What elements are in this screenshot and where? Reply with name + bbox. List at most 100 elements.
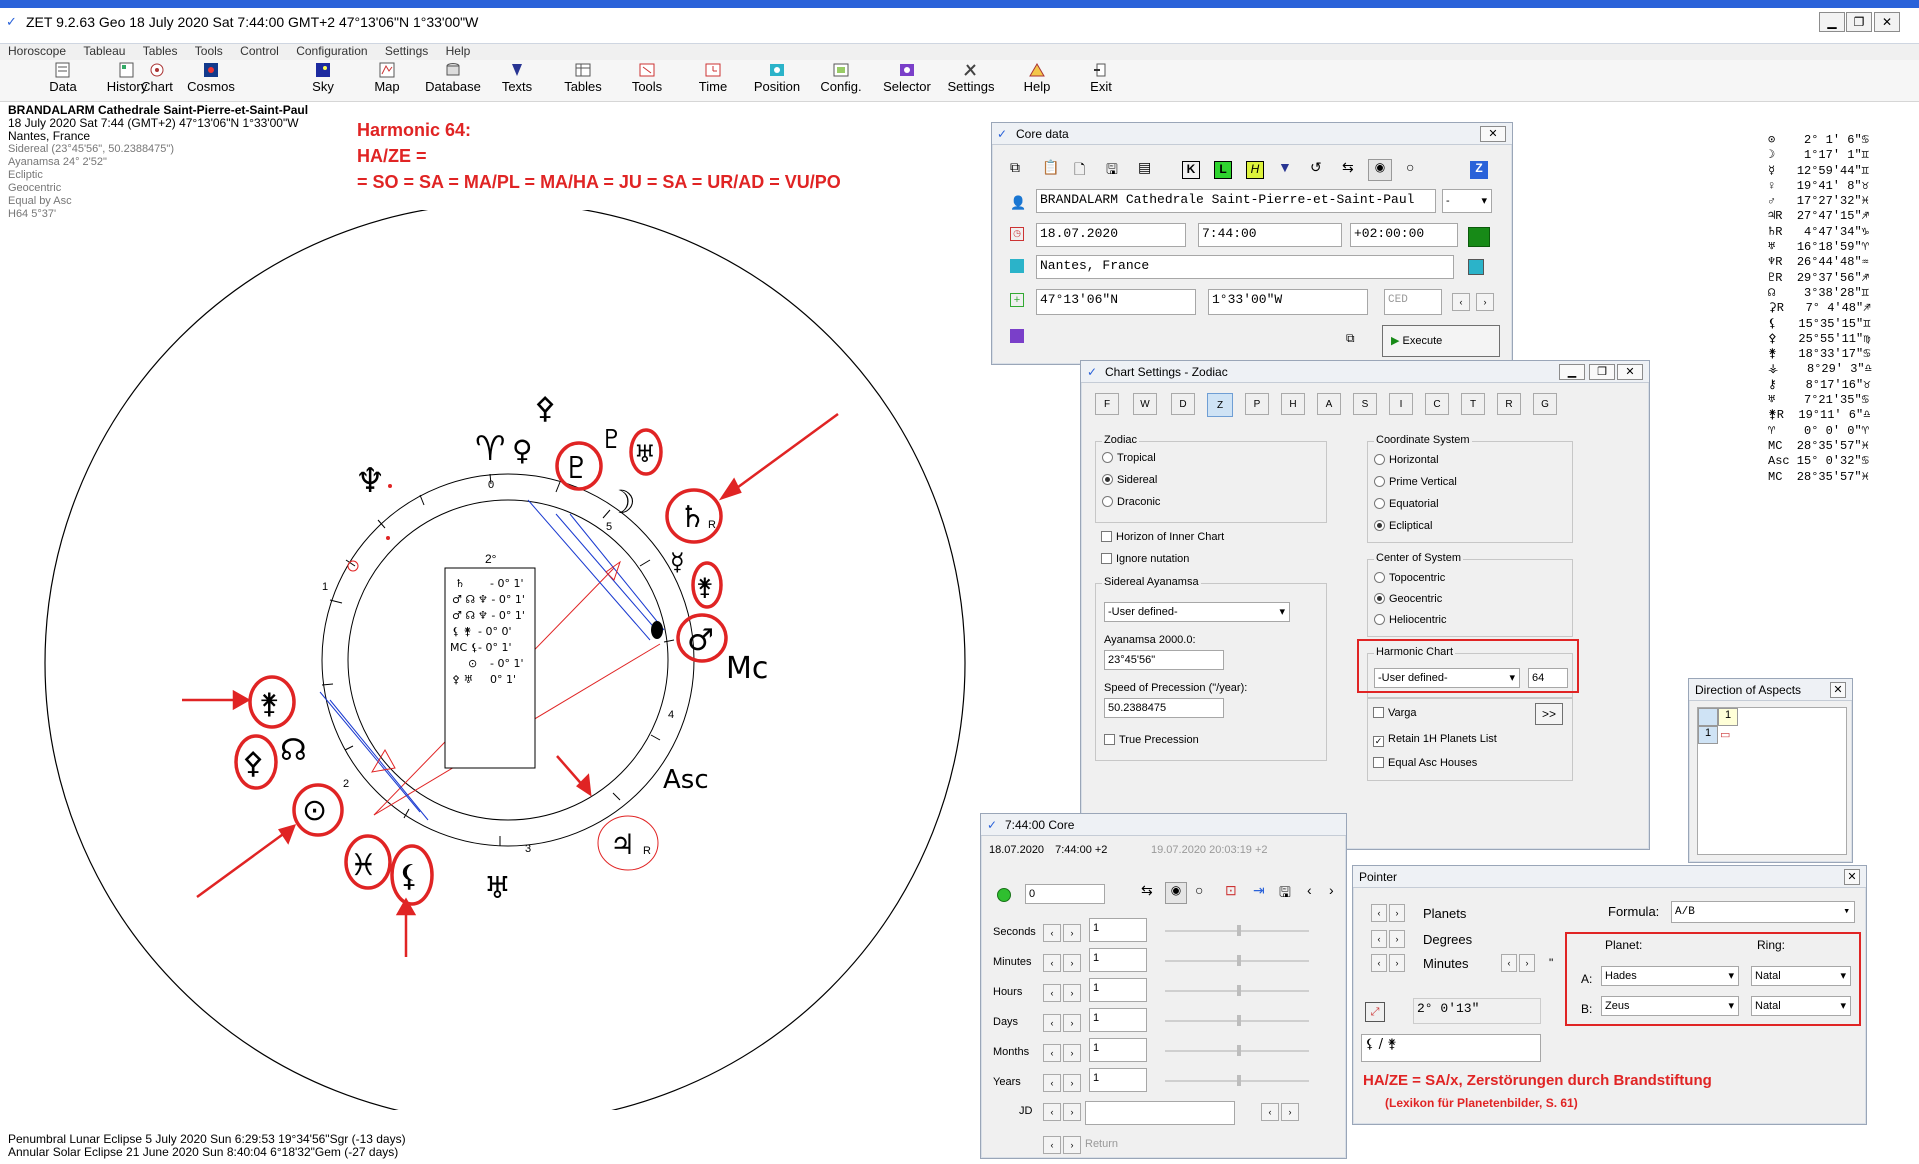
toolbar-data-button[interactable]: Data	[32, 60, 94, 102]
name-field[interactable]: BRANDALARM Cathedrale Saint-Pierre-et-Sa…	[1036, 189, 1436, 213]
tab-r[interactable]: R	[1497, 393, 1521, 415]
center-heliocentric-radio[interactable]: Heliocentric	[1374, 614, 1446, 626]
tab-d[interactable]: D	[1171, 393, 1195, 415]
speed-field[interactable]: 50.2388475	[1104, 698, 1224, 718]
toolbar-help-button[interactable]: Help	[1006, 60, 1068, 102]
toolbar-chart-button[interactable]: Chart	[126, 60, 188, 102]
coord-equatorial-radio[interactable]: Equatorial	[1374, 498, 1439, 510]
time-field[interactable]: 7:44:00	[1198, 223, 1342, 247]
settings-restore-button[interactable]: ❐	[1589, 364, 1615, 380]
tab-c[interactable]: C	[1425, 393, 1449, 415]
center-topocentric-radio[interactable]: Topocentric	[1374, 572, 1445, 584]
toolbar-sky-button[interactable]: Sky	[292, 60, 354, 102]
date-field[interactable]: 18.07.2020	[1036, 223, 1186, 247]
ring-icon[interactable]: ◉	[1368, 159, 1392, 181]
horizon-inner-checkbox[interactable]: Horizon of Inner Chart	[1101, 531, 1224, 543]
toolbar-position-button[interactable]: Position	[746, 60, 808, 102]
step-value[interactable]: 1	[1089, 1068, 1147, 1092]
list-icon[interactable]: ▤	[1138, 159, 1151, 176]
step-field[interactable]: 0	[1025, 884, 1105, 904]
toolbar-exit-button[interactable]: Exit	[1070, 60, 1132, 102]
copy-icon[interactable]: ⧉	[1010, 159, 1020, 176]
step-down-button[interactable]: ‹	[1043, 1074, 1061, 1092]
tab-p[interactable]: P	[1245, 393, 1269, 415]
settings-close-button[interactable]: ✕	[1617, 364, 1643, 380]
restore-button[interactable]: ❐	[1846, 12, 1872, 32]
step-slider[interactable]	[1165, 1075, 1309, 1086]
target-icon[interactable]: ⊡	[1225, 882, 1237, 899]
name-type-combo[interactable]: -	[1442, 189, 1492, 213]
ignore-nutation-checkbox[interactable]: Ignore nutation	[1101, 553, 1189, 565]
play-icon[interactable]	[997, 888, 1011, 902]
menu-tables[interactable]: Tables	[143, 44, 178, 58]
center-geocentric-radio[interactable]: Geocentric	[1374, 593, 1442, 605]
status-indicator[interactable]	[1468, 227, 1490, 247]
sidereal-combo[interactable]: -User defined-	[1104, 602, 1290, 622]
tab-z[interactable]: Z	[1207, 393, 1233, 417]
toolbar-tools-button[interactable]: Tools	[616, 60, 678, 102]
back-icon[interactable]: ‹	[1307, 882, 1312, 898]
step-slider[interactable]	[1165, 1045, 1309, 1056]
step-down-button[interactable]: ‹	[1043, 954, 1061, 972]
texts-small-icon[interactable]: ▼	[1278, 159, 1292, 175]
tab-s[interactable]: S	[1353, 393, 1377, 415]
zodiac-sidereal-radio[interactable]: Sidereal	[1102, 474, 1157, 486]
ayanamsa-field[interactable]: 23°45'56"	[1104, 650, 1224, 670]
zodiac-tropical-radio[interactable]: Tropical	[1102, 452, 1156, 464]
step-up-button[interactable]: ›	[1063, 1044, 1081, 1062]
step-down-button[interactable]: ‹	[1043, 924, 1061, 942]
settings-minimize-button[interactable]: ▁	[1559, 364, 1585, 380]
step-down-button[interactable]: ‹	[1043, 984, 1061, 1002]
map-pick-icon[interactable]	[1468, 259, 1484, 275]
jd-down-button[interactable]: ‹	[1043, 1103, 1061, 1121]
return-down-button[interactable]: ‹	[1043, 1136, 1061, 1154]
step-up-button[interactable]: ›	[1063, 954, 1081, 972]
longitude-field[interactable]: 1°33'00"W	[1208, 289, 1368, 315]
ring-icon[interactable]: ◉	[1165, 882, 1187, 904]
tab-h[interactable]: H	[1281, 393, 1305, 415]
new-icon[interactable]: 🗋	[1074, 159, 1085, 183]
degrees-down-button[interactable]: ‹	[1371, 930, 1387, 948]
tab-f[interactable]: F	[1095, 393, 1119, 415]
menu-settings[interactable]: Settings	[385, 44, 428, 58]
true-precession-checkbox[interactable]: True Precession	[1104, 734, 1199, 746]
l-icon[interactable]: L	[1214, 161, 1232, 179]
toolbar-settings-button[interactable]: Settings	[940, 60, 1002, 102]
jd-field[interactable]	[1085, 1101, 1235, 1125]
jd-next-button[interactable]: ›	[1281, 1103, 1299, 1121]
step-value[interactable]: 1	[1089, 918, 1147, 942]
tab-w[interactable]: W	[1133, 393, 1157, 415]
planets-up-button[interactable]: ›	[1389, 904, 1405, 922]
pointer-tool-icon[interactable]: ⤢	[1365, 1002, 1385, 1022]
coord-horizontal-radio[interactable]: Horizontal	[1374, 454, 1439, 466]
next-button[interactable]: ›	[1476, 293, 1494, 311]
minutes-down-button[interactable]: ‹	[1371, 954, 1387, 972]
minutes2-down-button[interactable]: ‹	[1501, 954, 1517, 972]
step-value[interactable]: 1	[1089, 1008, 1147, 1032]
step-slider[interactable]	[1165, 985, 1309, 996]
toolbar-cosmos-button[interactable]: Cosmos	[180, 60, 242, 102]
degrees-up-button[interactable]: ›	[1389, 930, 1405, 948]
jd-prev-button[interactable]: ‹	[1261, 1103, 1279, 1121]
step-down-button[interactable]: ‹	[1043, 1014, 1061, 1032]
save-icon[interactable]: 🖫	[1279, 882, 1291, 906]
coord-prime-vertical-radio[interactable]: Prime Vertical	[1374, 476, 1457, 488]
core-data-close-button[interactable]: ✕	[1480, 126, 1506, 142]
tab-t[interactable]: T	[1461, 393, 1485, 415]
toolbar-texts-button[interactable]: Texts	[486, 60, 548, 102]
minutes2-up-button[interactable]: ›	[1519, 954, 1535, 972]
close-button[interactable]: ✕	[1874, 12, 1900, 32]
step-up-button[interactable]: ›	[1063, 1014, 1081, 1032]
minimize-button[interactable]: ▁	[1819, 12, 1845, 32]
toolbar-selector-button[interactable]: Selector	[876, 60, 938, 102]
menu-control[interactable]: Control	[240, 44, 279, 58]
toolbar-tables-button[interactable]: Tables	[552, 60, 614, 102]
execute-button[interactable]: ▶ Execute	[1382, 325, 1500, 357]
step-up-button[interactable]: ›	[1063, 924, 1081, 942]
zone-field[interactable]: +02:00:00	[1350, 223, 1458, 247]
menu-help[interactable]: Help	[446, 44, 471, 58]
k-icon[interactable]: K	[1182, 161, 1200, 179]
refresh-icon[interactable]: ↺	[1310, 159, 1322, 176]
zodiac-draconic-radio[interactable]: Draconic	[1102, 496, 1160, 508]
aspects-close-button[interactable]: ✕	[1830, 682, 1846, 698]
